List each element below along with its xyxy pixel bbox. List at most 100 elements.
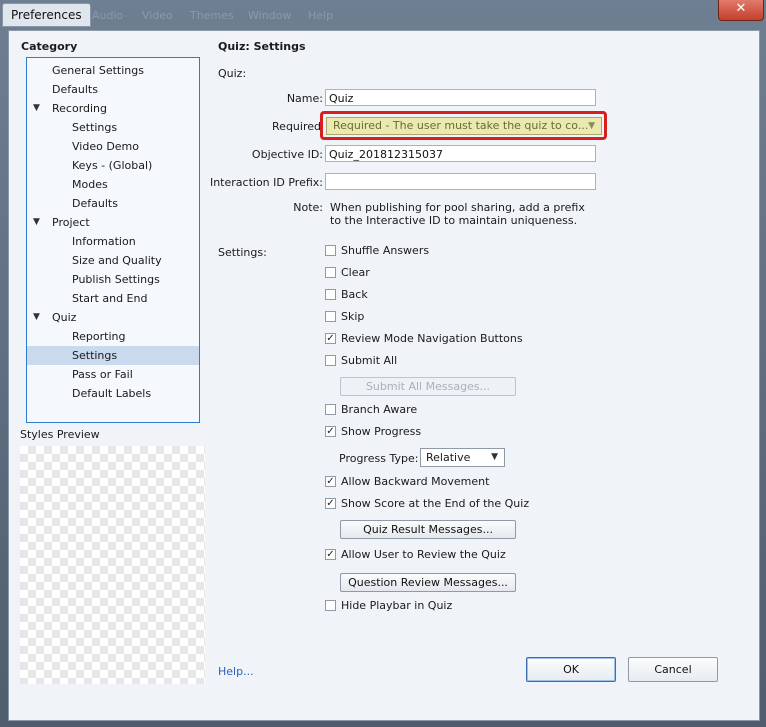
- close-icon[interactable]: ✕: [718, 0, 764, 21]
- checkbox-label: Allow Backward Movement: [341, 475, 490, 488]
- window-title: Preferences: [2, 3, 91, 27]
- sidebar-item-label: Information: [72, 235, 136, 248]
- required-select-value: Required - The user must take the quiz t…: [333, 119, 589, 132]
- background-menu-themes: Themes: [190, 9, 234, 22]
- checkbox-box[interactable]: [325, 266, 336, 278]
- page-title: Quiz: Settings: [218, 40, 306, 53]
- show-score-checkbox[interactable]: ✓ Show Score at the End of the Quiz: [325, 497, 529, 513]
- expand-arrow-icon[interactable]: ▼: [33, 308, 40, 327]
- styles-preview: [20, 446, 205, 684]
- cancel-button[interactable]: Cancel: [628, 657, 718, 682]
- quiz-section-label: Quiz:: [218, 67, 247, 80]
- checkbox-box[interactable]: [325, 244, 336, 256]
- sidebar-item-label: Default Labels: [72, 387, 152, 400]
- checkbox-box[interactable]: ✓: [325, 475, 336, 487]
- objective-id-field[interactable]: Quiz_201812315037: [325, 145, 596, 162]
- sidebar-item-label: Settings: [72, 121, 118, 134]
- hide-playbar-checkbox[interactable]: Hide Playbar in Quiz: [325, 599, 452, 615]
- checkbox-label: Show Score at the End of the Quiz: [341, 497, 530, 510]
- progress-type-value: Relative: [426, 451, 471, 464]
- sidebar-item-label: Size and Quality: [72, 254, 162, 267]
- sidebar-item-label: Project: [52, 216, 90, 229]
- sidebar-item-pass-or-fail[interactable]: Pass or Fail: [27, 365, 199, 384]
- sidebar-item-defaults[interactable]: Defaults: [27, 194, 199, 213]
- sidebar-item-keys-global[interactable]: Keys - (Global): [27, 156, 199, 175]
- expand-arrow-icon[interactable]: ▼: [33, 213, 40, 232]
- show-progress-checkbox[interactable]: ✓ Show Progress: [325, 425, 421, 441]
- sidebar-item-recording[interactable]: ▼ Recording: [27, 99, 199, 118]
- sidebar-item-start-and-end[interactable]: Start and End: [27, 289, 199, 308]
- expand-arrow-icon[interactable]: ▼: [33, 99, 40, 118]
- sidebar-item-reporting[interactable]: Reporting: [27, 327, 199, 346]
- sidebar-item-publish-settings[interactable]: Publish Settings: [27, 270, 199, 289]
- quiz-result-messages-button[interactable]: Quiz Result Messages...: [340, 520, 516, 539]
- sidebar-item-label: Publish Settings: [72, 273, 160, 286]
- checkbox-box[interactable]: [325, 403, 336, 415]
- sidebar-item-label: Modes: [72, 178, 108, 191]
- checkbox-label: Submit All: [341, 354, 398, 367]
- checkbox-box[interactable]: [325, 310, 336, 322]
- sidebar-item-general-settings[interactable]: General Settings: [27, 61, 199, 80]
- sidebar-item-label: Start and End: [72, 292, 148, 305]
- allow-review-checkbox[interactable]: ✓ Allow User to Review the Quiz: [325, 548, 506, 564]
- branch-aware-checkbox[interactable]: Branch Aware: [325, 403, 417, 419]
- submit-all-checkbox[interactable]: Submit All: [325, 354, 397, 370]
- sidebar-item-information[interactable]: Information: [27, 232, 199, 251]
- checkbox-box[interactable]: [325, 599, 336, 611]
- sidebar-item-quiz[interactable]: ▼ Quiz: [27, 308, 199, 327]
- sidebar-item-video-demo[interactable]: Video Demo: [27, 137, 199, 156]
- submit-all-messages-button[interactable]: Submit All Messages...: [340, 377, 516, 396]
- checkbox-label: Allow User to Review the Quiz: [341, 548, 506, 561]
- chevron-down-icon: ▼: [491, 452, 498, 462]
- background-menu-audio: Audio: [92, 9, 124, 22]
- settings-label: Settings:: [218, 246, 267, 259]
- interaction-id-prefix-label: Interaction ID Prefix:: [209, 176, 323, 189]
- name-label: Name:: [286, 92, 323, 105]
- required-select[interactable]: Required - The user must take the quiz t…: [326, 117, 602, 135]
- checkbox-label: Shuffle Answers: [341, 244, 430, 257]
- shuffle-answers-checkbox[interactable]: Shuffle Answers: [325, 244, 429, 260]
- title-bar: Preferences Audio Video Themes Window He…: [0, 0, 766, 30]
- checkbox-box[interactable]: ✓: [325, 332, 336, 344]
- sidebar-item-label: Quiz: [52, 311, 77, 324]
- sidebar-item-modes[interactable]: Modes: [27, 175, 199, 194]
- back-checkbox[interactable]: Back: [325, 288, 368, 304]
- clear-checkbox[interactable]: Clear: [325, 266, 370, 282]
- required-label: Required: [272, 120, 321, 133]
- note-line-1: When publishing for pool sharing, add a …: [330, 201, 585, 214]
- checkbox-box[interactable]: [325, 354, 336, 366]
- checkbox-label: Branch Aware: [341, 403, 418, 416]
- checkbox-label: Hide Playbar in Quiz: [341, 599, 453, 612]
- sidebar-item-label: General Settings: [52, 64, 144, 77]
- background-menu-video: Video: [142, 9, 173, 22]
- sidebar-item-defaults[interactable]: Defaults: [27, 80, 199, 99]
- sidebar-item-settings[interactable]: Settings: [27, 346, 199, 365]
- help-link[interactable]: Help...: [218, 665, 254, 678]
- checkbox-label: Show Progress: [341, 425, 422, 438]
- interaction-id-prefix-field[interactable]: [325, 173, 596, 190]
- sidebar-item-project[interactable]: ▼ Project: [27, 213, 199, 232]
- sidebar-item-settings[interactable]: Settings: [27, 118, 199, 137]
- question-review-messages-button[interactable]: Question Review Messages...: [340, 573, 516, 592]
- allow-backward-movement-checkbox[interactable]: ✓ Allow Backward Movement: [325, 475, 489, 491]
- sidebar-item-label: Recording: [52, 102, 108, 115]
- sidebar-item-size-and-quality[interactable]: Size and Quality: [27, 251, 199, 270]
- skip-checkbox[interactable]: Skip: [325, 310, 364, 326]
- progress-type-select[interactable]: Relative ▼: [420, 448, 505, 467]
- dialog-client: Category General Settings Defaults ▼ Record…: [8, 30, 760, 721]
- review-mode-navigation-buttons-checkbox[interactable]: ✓ Review Mode Navigation Buttons: [325, 332, 523, 348]
- sidebar-item-label: Keys - (Global): [72, 159, 153, 172]
- ok-button[interactable]: OK: [526, 657, 616, 682]
- sidebar-item-default-labels[interactable]: Default Labels: [27, 384, 199, 403]
- checkbox-box[interactable]: ✓: [325, 425, 336, 437]
- chevron-down-icon: ▼: [588, 121, 595, 131]
- styles-preview-label: Styles Preview: [20, 428, 100, 441]
- sidebar-item-label: Defaults: [72, 197, 118, 210]
- category-tree[interactable]: General Settings Defaults ▼ Recording Settin…: [26, 57, 200, 423]
- checkbox-box[interactable]: [325, 288, 336, 300]
- sidebar-item-label: Settings: [72, 349, 118, 362]
- checkbox-box[interactable]: ✓: [325, 497, 336, 509]
- sidebar-item-label: Pass or Fail: [72, 368, 133, 381]
- name-field[interactable]: Quiz: [325, 89, 596, 106]
- checkbox-box[interactable]: ✓: [325, 548, 336, 560]
